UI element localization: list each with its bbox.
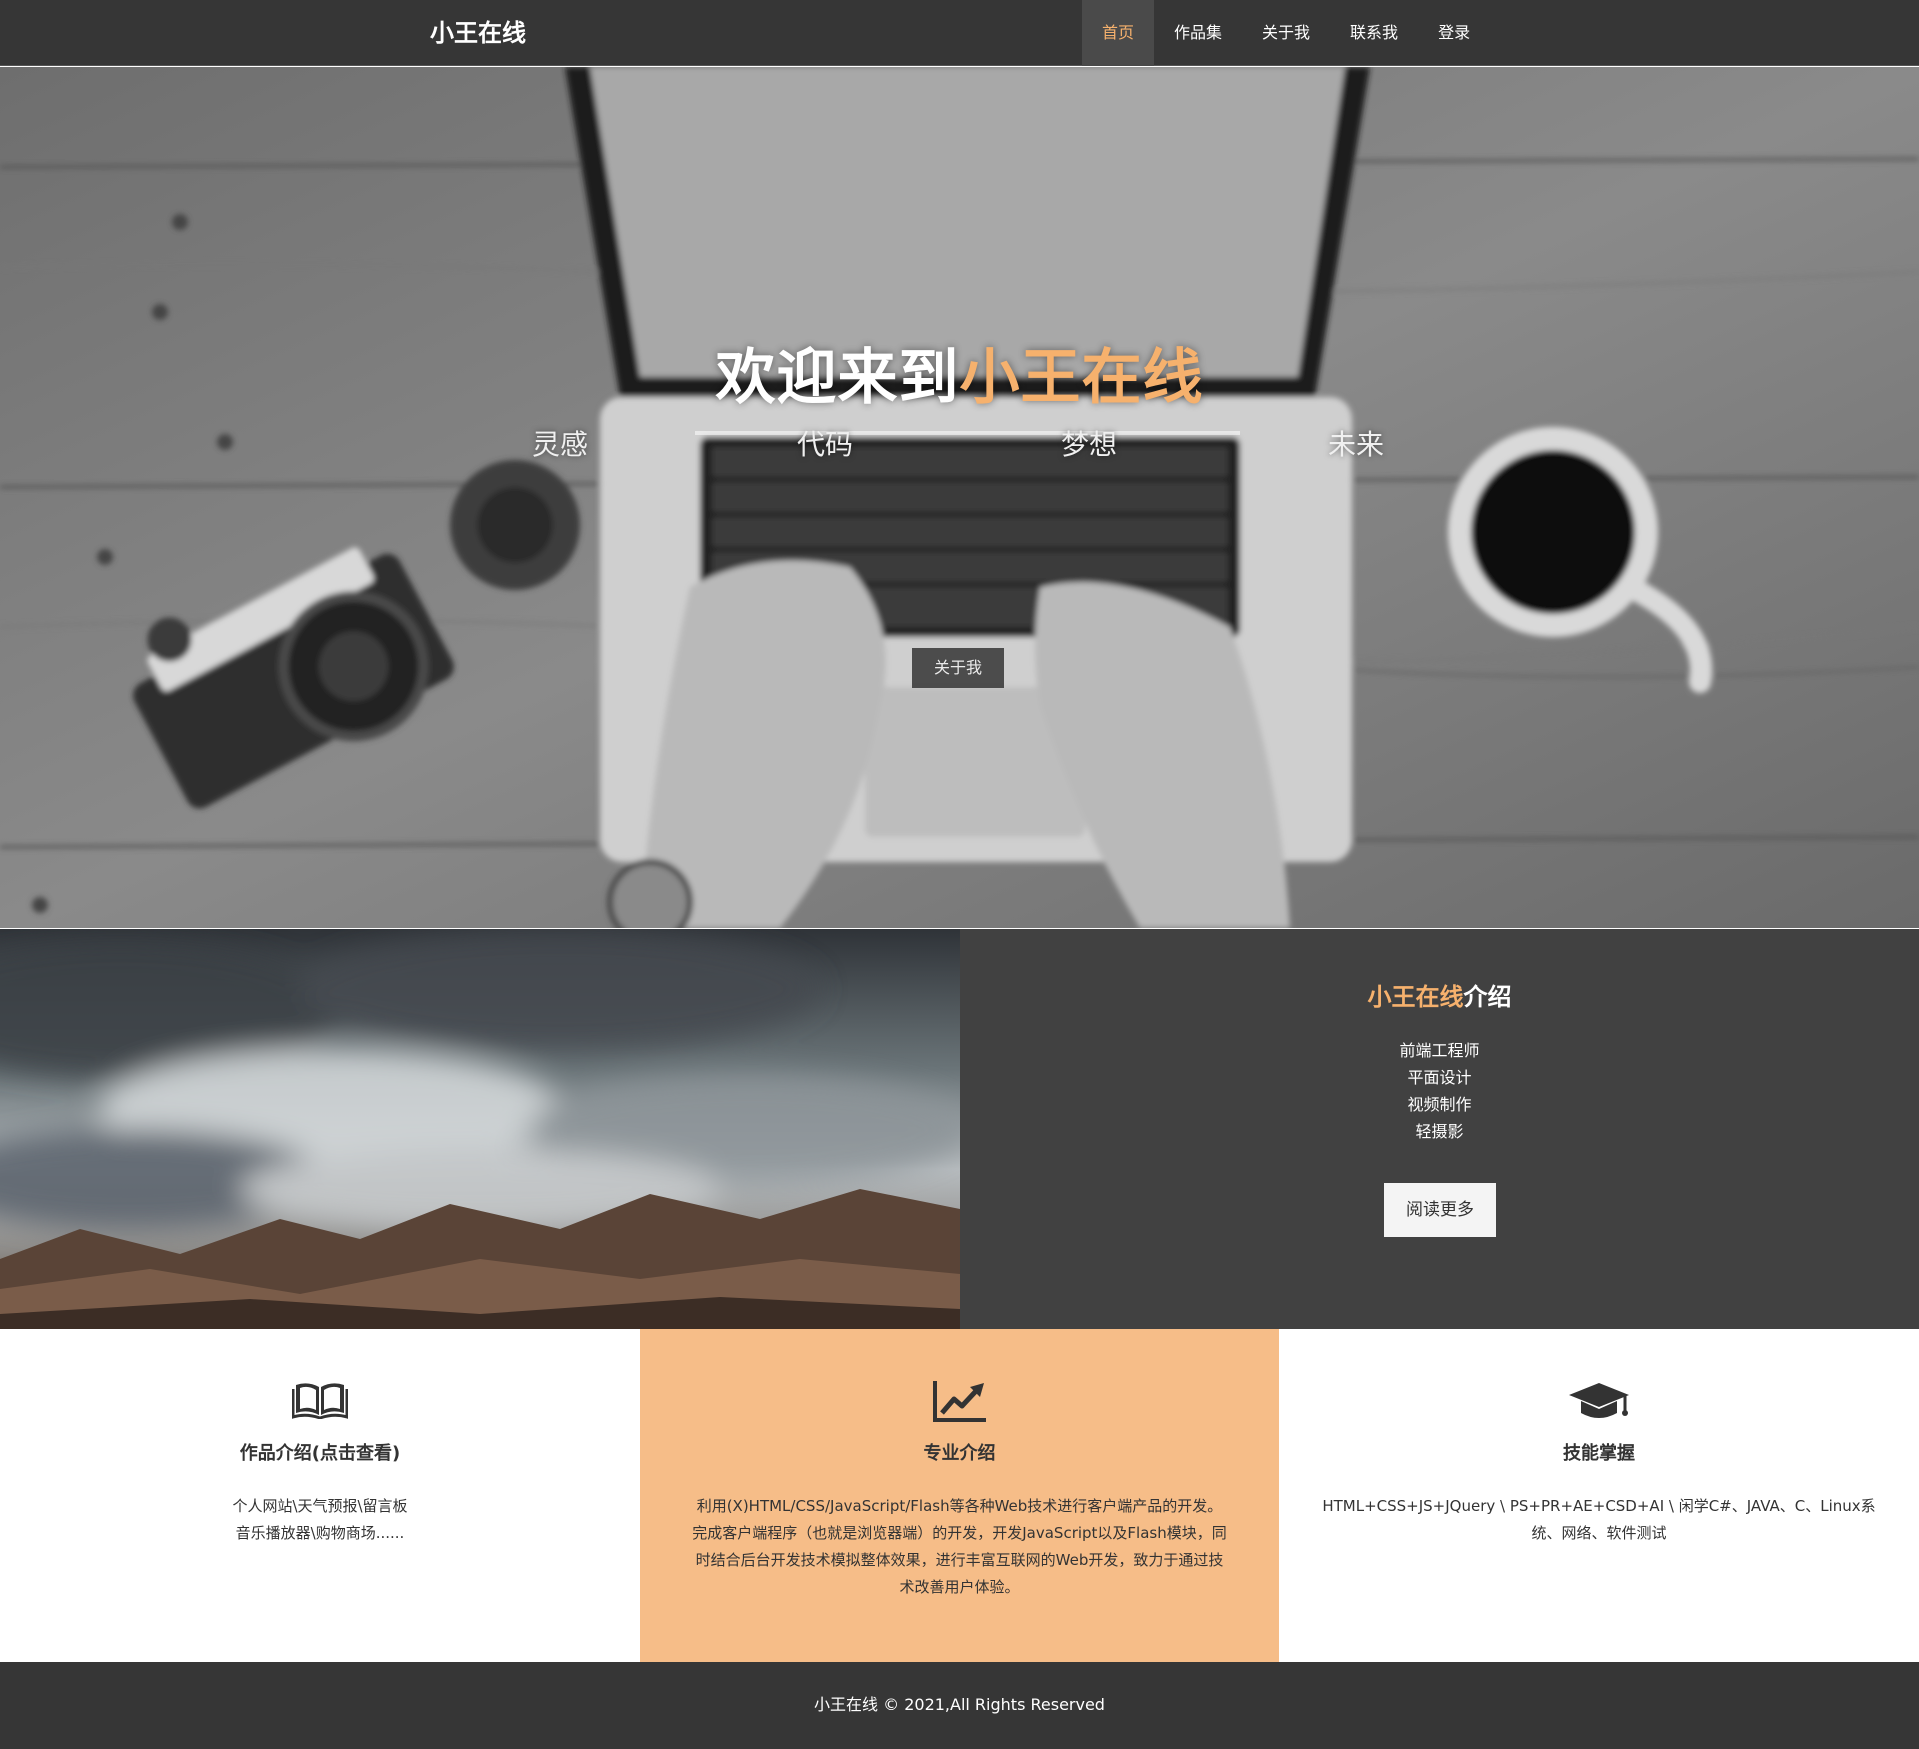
feature-profession: 专业介绍 利用(X)HTML/CSS/JavaScript/Flash等各种We… <box>640 1329 1279 1662</box>
about-panel: 小王在线介绍 前端工程师 平面设计 视频制作 轻摄影 阅读更多 <box>960 929 1919 1329</box>
about-list: 前端工程师 平面设计 视频制作 轻摄影 <box>960 1037 1919 1145</box>
feature-title: 技能掌握 <box>1563 1443 1635 1464</box>
nav-item-contact[interactable]: 联系我 <box>1330 0 1418 66</box>
site-logo[interactable]: 小王在线 <box>430 0 526 66</box>
nav-item-login[interactable]: 登录 <box>1418 0 1490 66</box>
graduation-cap-icon <box>1279 1379 1919 1423</box>
hero-title: 欢迎来到小王在线 <box>0 329 1919 416</box>
hero-tag-future: 未来 <box>1328 428 1385 461</box>
nav-item-portfolio[interactable]: 作品集 <box>1154 0 1242 66</box>
feature-skills: 技能掌握 HTML+CSS+JS+JQuery \ PS+PR+AE+CSD+A… <box>1279 1329 1919 1662</box>
about-title-accent: 小王在线 <box>1367 983 1464 1011</box>
landscape-image <box>0 929 960 1329</box>
hero-banner: 欢迎来到小王在线 灵感 代码 梦想 未来 关于我 <box>0 67 1919 928</box>
feature-portfolio[interactable]: 作品介绍(点击查看) 个人网站\天气预报\留言板 音乐播放器\购物商场.....… <box>0 1329 640 1662</box>
main-nav: 首页 作品集 关于我 联系我 登录 <box>1082 0 1490 66</box>
hero-background-image <box>0 67 1919 928</box>
book-icon <box>0 1379 640 1423</box>
about-title-suffix: 介绍 <box>1463 983 1512 1011</box>
nav-item-home[interactable]: 首页 <box>1082 0 1155 66</box>
about-list-item: 视频制作 <box>1407 1095 1472 1114</box>
nav-item-about[interactable]: 关于我 <box>1242 0 1330 66</box>
chart-line-icon <box>640 1379 1279 1423</box>
feature-text: 个人网站\天气预报\留言板 音乐播放器\购物商场...... <box>232 1497 408 1542</box>
hero-tag-code: 代码 <box>797 428 854 461</box>
about-list-item: 平面设计 <box>1407 1068 1472 1087</box>
about-list-item: 轻摄影 <box>1415 1122 1464 1141</box>
top-navbar: 小王在线 首页 作品集 关于我 联系我 登录 <box>0 0 1919 66</box>
hero-title-prefix: 欢迎来到 <box>715 343 960 413</box>
landscape-image-graphic <box>0 929 960 1329</box>
hero-title-accent: 小王在线 <box>959 343 1204 413</box>
feature-text: 利用(X)HTML/CSS/JavaScript/Flash等各种Web技术进行… <box>692 1497 1227 1596</box>
hero-tag-dream: 梦想 <box>1061 428 1118 461</box>
hero-about-button[interactable]: 关于我 <box>912 648 1004 688</box>
feature-title: 专业介绍 <box>923 1443 996 1464</box>
read-more-button[interactable]: 阅读更多 <box>1384 1183 1496 1237</box>
about-title: 小王在线介绍 <box>960 977 1919 1012</box>
features-section: 作品介绍(点击查看) 个人网站\天气预报\留言板 音乐播放器\购物商场.....… <box>0 1329 1919 1662</box>
hero-tag-inspiration: 灵感 <box>532 428 589 461</box>
about-list-item: 前端工程师 <box>1399 1041 1480 1060</box>
footer-copyright: 小王在线 © 2021,All Rights Reserved <box>0 1662 1919 1749</box>
feature-text: HTML+CSS+JS+JQuery \ PS+PR+AE+CSD+AI \ 闲… <box>1322 1497 1876 1542</box>
feature-title: 作品介绍(点击查看) <box>239 1443 401 1464</box>
